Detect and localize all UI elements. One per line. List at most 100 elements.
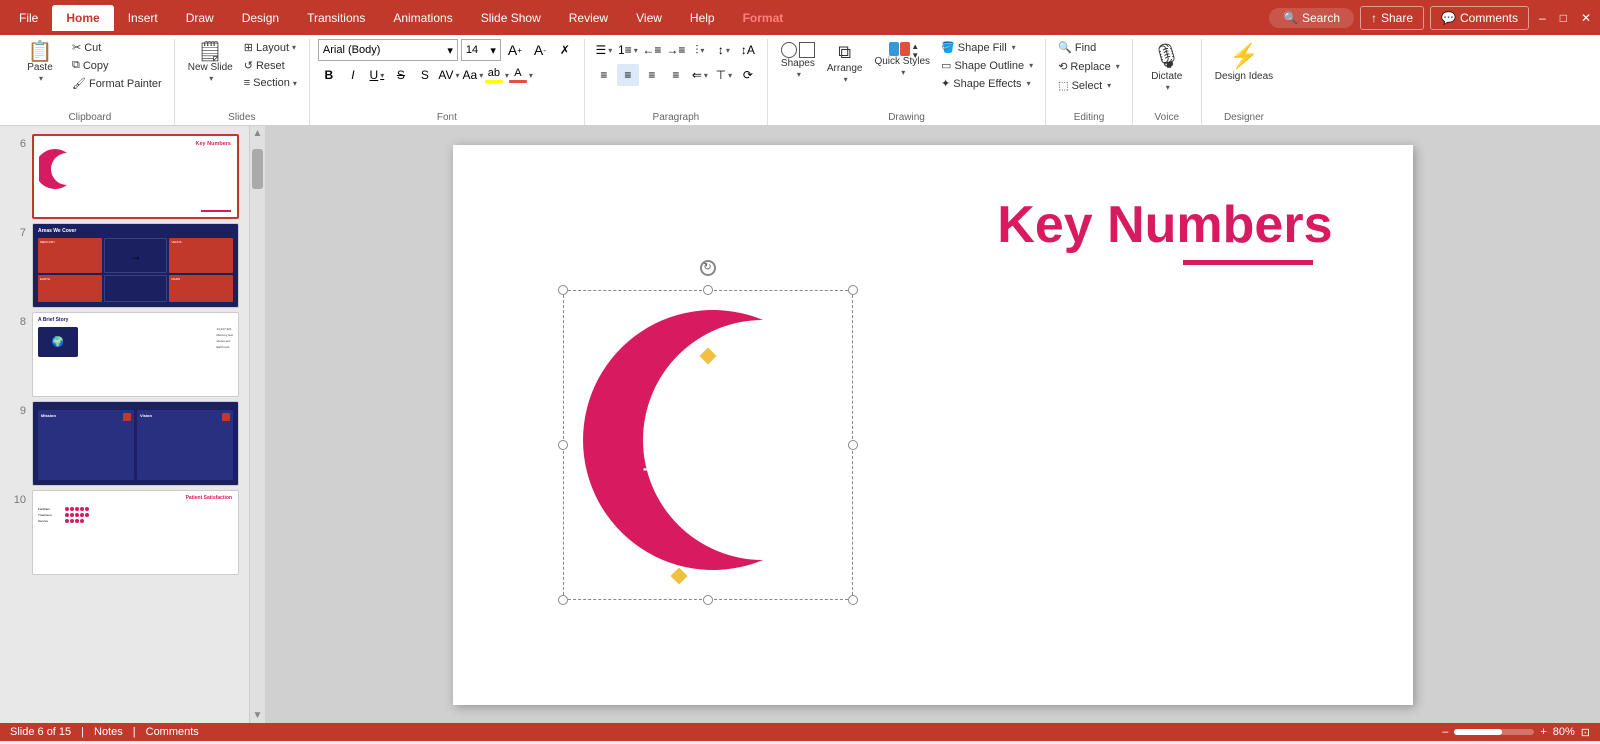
comments-button[interactable]: 💬 Comments	[1430, 6, 1529, 30]
slide-thumb-6[interactable]: Key Numbers	[32, 134, 239, 219]
slide-thumb-8[interactable]: A Brief Story 🌍 14,317,321 Mercury text …	[32, 312, 239, 397]
rotate-handle[interactable]: ↻	[700, 260, 716, 276]
find-button[interactable]: 🔍 Find	[1054, 39, 1100, 56]
sort-button[interactable]: ↕A	[737, 39, 759, 61]
reset-button[interactable]: ↺ Reset	[240, 57, 301, 74]
increase-indent-button[interactable]: →≡	[665, 39, 687, 61]
font-shrink-button[interactable]: A-	[529, 39, 551, 61]
minimize-button[interactable]: –	[1535, 7, 1550, 29]
shape-outline-button[interactable]: ▭ Shape Outline ▾	[937, 57, 1037, 74]
shapes-button[interactable]: Shapes ▾	[776, 39, 820, 82]
comments-status-button[interactable]: Comments	[146, 726, 199, 738]
paste-button[interactable]: 📋 Paste ▾	[14, 39, 66, 86]
new-slide-button[interactable]: 🗒 New Slide ▾	[183, 39, 238, 86]
tab-format[interactable]: Format	[729, 5, 798, 31]
handle-middle-left[interactable]	[558, 440, 568, 450]
slide-thumb-7[interactable]: Areas We Cover MERCURY → VENUS EARTH MAR…	[32, 223, 239, 308]
slides-scrollbar[interactable]: ▲ ▼	[250, 126, 265, 723]
cut-button[interactable]: ✂ Cut	[68, 39, 166, 56]
slide-item-8[interactable]: 8 A Brief Story 🌍 14,317,321 Mercury tex…	[10, 312, 239, 397]
slides-panel[interactable]: 6 Key Numbers 7	[0, 126, 250, 723]
handle-middle-right[interactable]	[848, 440, 858, 450]
char-spacing-button[interactable]: AV▾	[438, 64, 460, 86]
slide-item-6[interactable]: 6 Key Numbers	[10, 134, 239, 219]
notes-button[interactable]: Notes	[94, 726, 123, 738]
center-button[interactable]: ≡	[617, 64, 639, 86]
bold-button[interactable]: B	[318, 64, 340, 86]
zoom-slider-track[interactable]	[1454, 729, 1534, 735]
italic-button[interactable]: I	[342, 64, 364, 86]
shape-fill-button[interactable]: 🪣 Shape Fill ▾	[937, 39, 1037, 56]
tab-help[interactable]: Help	[676, 5, 729, 31]
font-name-dropdown[interactable]: Arial (Body) ▾	[318, 39, 458, 61]
slide-item-10[interactable]: 10 Patient Satisfaction Facilities	[10, 490, 239, 575]
scroll-up-arrow[interactable]: ▲	[253, 128, 263, 139]
tab-transitions[interactable]: Transitions	[293, 5, 379, 31]
text-direction-button[interactable]: ⇐▾	[689, 64, 711, 86]
tab-slideshow[interactable]: Slide Show	[467, 5, 555, 31]
maximize-button[interactable]: □	[1556, 7, 1571, 29]
tab-home[interactable]: Home	[52, 5, 113, 31]
share-button[interactable]: ↑ Share	[1360, 6, 1424, 30]
tab-file[interactable]: File	[5, 5, 52, 31]
tab-design[interactable]: Design	[228, 5, 293, 31]
align-right-button[interactable]: ≡	[641, 64, 663, 86]
convert-smartart-button[interactable]: ⟳	[737, 64, 759, 86]
align-text-button[interactable]: ⊤▾	[713, 64, 735, 86]
numbering-button[interactable]: 1≡▾	[617, 39, 639, 61]
tab-animations[interactable]: Animations	[379, 5, 466, 31]
tab-view[interactable]: View	[622, 5, 676, 31]
slide-item-7[interactable]: 7 Areas We Cover MERCURY → VENUS EARTH	[10, 223, 239, 308]
style-sample-1	[889, 42, 899, 56]
strikethrough-button[interactable]: S	[390, 64, 412, 86]
handle-bottom-left[interactable]	[558, 595, 568, 605]
fit-slide-button[interactable]: ⊡	[1581, 726, 1590, 739]
handle-bottom-middle[interactable]	[703, 595, 713, 605]
clear-format-button[interactable]: ✗	[554, 39, 576, 61]
tab-draw[interactable]: Draw	[172, 5, 228, 31]
handle-top-middle[interactable]	[703, 285, 713, 295]
quick-styles-button[interactable]: ▲ ▼ Quick Styles ▾	[869, 39, 935, 80]
bullets-button[interactable]: ☰▾	[593, 39, 615, 61]
slide-thumb-9[interactable]: Mission Vision	[32, 401, 239, 486]
scroll-down-arrow[interactable]: ▼	[253, 710, 263, 721]
arrange-button[interactable]: ⧉ Arrange ▾	[822, 39, 868, 87]
handle-top-right[interactable]	[848, 285, 858, 295]
scroll-thumb[interactable]	[252, 149, 263, 189]
underline-button[interactable]: U▾	[366, 64, 388, 86]
layout-button[interactable]: ⊞ Layout ▾	[240, 39, 301, 56]
search-box[interactable]: 🔍 Search	[1269, 8, 1354, 28]
text-shadow-button[interactable]: S	[414, 64, 436, 86]
shape-container[interactable]: ↻	[563, 290, 853, 600]
highlight-button[interactable]: ab ▾	[486, 64, 508, 86]
close-button[interactable]: ✕	[1577, 7, 1595, 29]
zoom-out-button[interactable]: –	[1442, 726, 1448, 738]
shape-effects-button[interactable]: ✦ Shape Effects ▾	[937, 75, 1037, 92]
handle-bottom-right[interactable]	[848, 595, 858, 605]
slide-thumb-10[interactable]: Patient Satisfaction Facilities	[32, 490, 239, 575]
copy-button[interactable]: ⧉ Copy	[68, 57, 166, 74]
design-ideas-button[interactable]: ⚡ Design Ideas	[1210, 39, 1278, 86]
canvas-area[interactable]: Key Numbers ↻	[265, 126, 1600, 723]
tab-review[interactable]: Review	[555, 5, 622, 31]
dot12	[70, 519, 74, 523]
align-left-button[interactable]: ≡	[593, 64, 615, 86]
replace-button[interactable]: ⟲ Replace ▾	[1054, 58, 1124, 75]
font-grow-button[interactable]: A+	[504, 39, 526, 61]
case-button[interactable]: Aa▾	[462, 64, 484, 86]
justify-button[interactable]: ≡	[665, 64, 687, 86]
columns-button[interactable]: ⫶▾	[689, 39, 711, 61]
dictate-button[interactable]: 🎙 Dictate ▾	[1141, 39, 1193, 95]
format-painter-button[interactable]: 🖌 Format Painter	[68, 75, 166, 92]
zoom-in-button[interactable]: +	[1540, 726, 1546, 738]
slide-7-grid: MERCURY → VENUS EARTH MARS	[38, 238, 233, 302]
handle-top-left[interactable]	[558, 285, 568, 295]
line-spacing-button[interactable]: ↕▾	[713, 39, 735, 61]
font-size-input[interactable]: 14 ▾	[461, 39, 501, 61]
tab-insert[interactable]: Insert	[114, 5, 172, 31]
section-button[interactable]: ≡ Section ▾	[240, 75, 301, 91]
slide-item-9[interactable]: 9 Mission Vision	[10, 401, 239, 486]
font-color-button[interactable]: A ▾	[510, 64, 532, 86]
decrease-indent-button[interactable]: ←≡	[641, 39, 663, 61]
select-button[interactable]: ⬚ Select ▾	[1054, 77, 1115, 94]
